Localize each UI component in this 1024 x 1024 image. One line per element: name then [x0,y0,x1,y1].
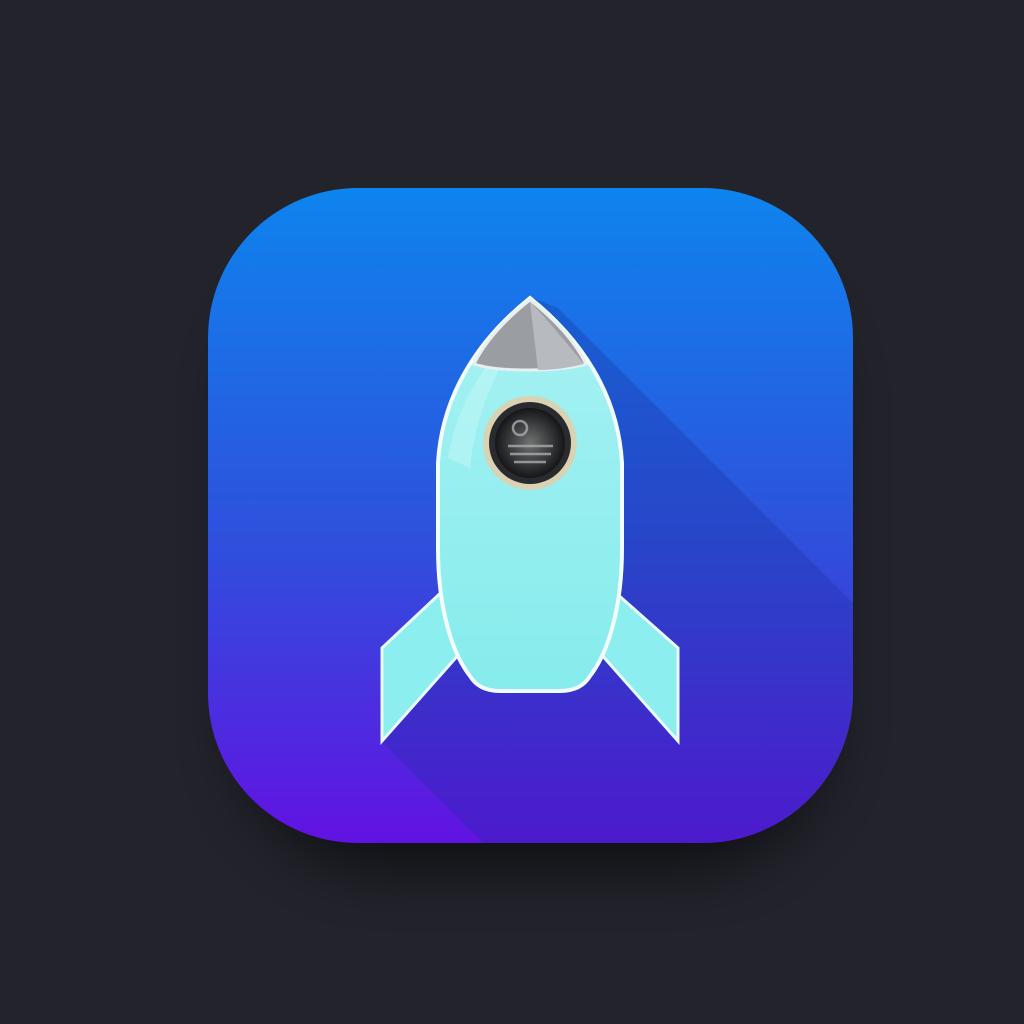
app-icon[interactable] [208,188,853,868]
rocket-app-icon [208,188,853,843]
porthole-glass [495,408,565,478]
canvas [0,0,1024,1024]
